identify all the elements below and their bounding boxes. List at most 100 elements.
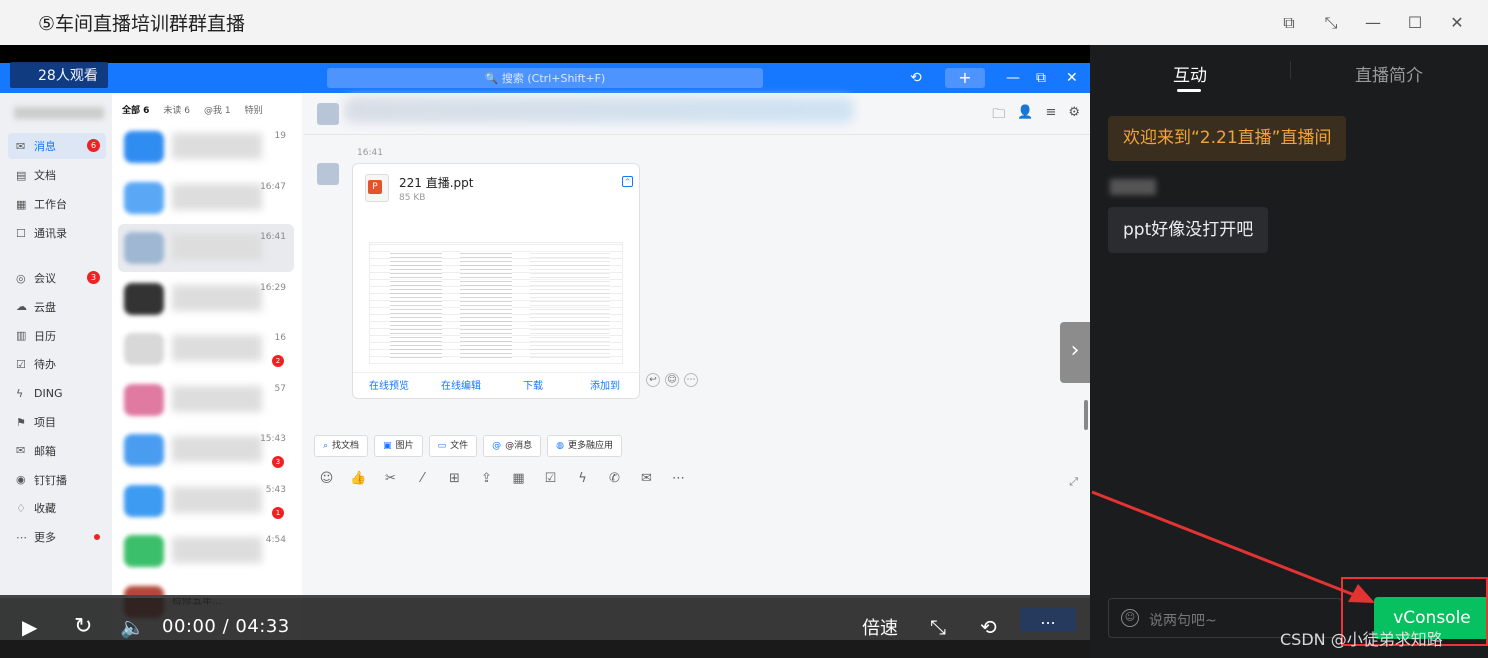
window-title: ⑤车间直播培训群群直播 [38,13,246,35]
nav-item: ☁ 云盘 [8,294,106,320]
collapse-sidebar-arrow-icon[interactable]: › [1060,322,1090,383]
nav-item: ⚑ 项目 [8,409,106,435]
blurred-conversation-text [172,486,262,513]
conversation-item: 5:43 1 [118,477,294,525]
message-time: 16:41 [357,148,383,158]
file-icon: ▭ [437,441,447,451]
conversation-time: 4:54 [265,535,286,545]
inner-search-placeholder: 搜索 (Ctrl+Shift+F) [501,72,606,85]
scrollbar[interactable] [1084,400,1088,430]
maximize-icon[interactable]: ☐ [1394,13,1436,32]
search-icon: 🔍 [484,71,502,85]
refresh-icon[interactable]: ↻ [74,595,92,658]
calendar-icon: ▦ [512,471,525,486]
nav-item-label: 更多 [34,531,56,545]
tab-interaction[interactable]: 互动 [1173,61,1207,86]
unread-badge: 3 [272,456,284,468]
nav-dot [94,534,100,541]
contacts-icon: ☐ [16,226,26,240]
cloud-icon: ☁ [16,300,27,314]
quick-action-label: 更多融应用 [568,441,614,451]
conversation-item: 16:29 [118,275,294,323]
nav-item-label: 文档 [34,169,56,182]
time-display: 00:00 / 04:33 [162,616,290,637]
tab-intro[interactable]: 直播简介 [1355,61,1423,86]
volume-icon[interactable]: 🔈 [120,595,145,658]
conversation-avatar [124,383,164,416]
nav-item: ◎ 会议 3 [8,265,106,291]
conversation-avatar [124,181,164,214]
emoji-icon[interactable]: ☺ [1121,609,1139,627]
blurred-conversation-text [172,385,262,412]
more-icon: ⋯ [684,373,698,387]
nav-item: ⋯ 更多 [8,524,106,550]
todo-icon: ☑ [16,357,26,371]
chat-pane: 🗀 👤 ≡ ⚙ 16:41 P 221 直播.ppt 85 KB ^ 在线预览在… [304,93,1090,640]
conversation-item: 16:47 [118,174,294,222]
chat-header-icons: 🗀 👤 ≡ ⚙ [992,105,1080,127]
nav-item-label: 项目 [34,416,56,429]
conversation-time: 16:41 [260,232,286,242]
shared-screen: 🔍 搜索 (Ctrl+Shift+F) ⟲ + — ⧉ ✕ ✉ 消息 6 ▤ 文档 ▦ 工作… [0,63,1090,640]
video-player[interactable]: 🔍 搜索 (Ctrl+Shift+F) ⟲ + — ⧉ ✕ ✉ 消息 6 ▤ 文档 ▦ 工作… [0,45,1090,658]
message-icon: ✉ [16,139,26,153]
nav-item-label: 工作台 [34,198,67,211]
emoji-icon: ☺ [319,471,334,486]
nav-item: ✉ 消息 6 [8,133,106,159]
minimize-icon[interactable]: — [1352,13,1394,32]
nav-badge: 6 [87,139,100,152]
nav-item: ☐ 通讯录 [8,220,106,246]
quick-action-label: @消息 [505,441,533,451]
blurred-conversation-text [172,284,262,311]
conversation-tab: 特别 [244,106,263,116]
conversation-avatar [124,282,164,315]
blurred-group-name [344,97,854,123]
conversation-tab: @我 1 [204,106,231,116]
rotate-icon[interactable]: ⟲ [980,595,997,658]
conversation-item: 19 [118,123,294,171]
conversation-time: 19 [274,131,286,141]
conversation-item: 15:43 3 [118,426,294,474]
nav-item: ▥ 日历 [8,323,106,349]
lightning-icon: ϟ [578,471,587,486]
message-reaction-icons: ↩ ☺ ⋯ [646,373,698,387]
conversation-avatar [124,434,164,466]
blurred-user-name [14,107,104,119]
inner-restore-icon: ⧉ [1036,70,1046,86]
shrink-icon[interactable]: ⤡ [1310,13,1352,33]
more-button[interactable]: ... [1020,608,1076,632]
quick-action-bar: ⌕ 找文档 ▣ 图片 ▭ 文件 @ @消息 ◍ 更多融应用 [314,435,623,457]
file-actions: 在线预览 在线编辑 下载 添加到 [353,372,641,400]
pop-out-icon[interactable]: ⧉ [1268,13,1310,33]
conversation-item: 57 [118,376,294,424]
nav-item: ☑ 待办 [8,351,106,377]
conversation-tab: 全部 6 [122,106,150,116]
play-icon[interactable]: ▶ [22,595,37,658]
file-action: 在线编辑 [441,381,481,392]
quick-action: ▣ 图片 [374,435,423,457]
conversation-time: 16 [274,333,286,343]
file-action: 添加到 [590,381,620,392]
emoji-icon: ☺ [665,373,679,387]
upload-icon: ⇪ [481,471,492,486]
quick-action: ▭ 文件 [428,435,478,457]
nav-item-label: 通讯录 [34,227,67,240]
conversation-tab: 未读 6 [163,106,190,116]
project-icon: ⚑ [16,415,26,429]
ding-icon: ϟ [16,386,24,400]
like-icon: 👍 [350,471,367,486]
nav-item: ✉ 邮箱 [8,438,106,464]
file-action: 在线预览 [369,381,409,392]
fullscreen-icon[interactable]: ⤡ [930,595,946,658]
mail-icon: ✉ [16,444,26,458]
nav-item-label: DING [34,386,63,400]
speed-button[interactable]: 倍速 [862,595,898,658]
close-icon[interactable]: ✕ [1436,13,1478,32]
blurred-conversation-text [172,234,262,260]
nav-item-label: 日历 [34,329,56,343]
active-tab-indicator [1177,89,1201,92]
conversation-time: 5:43 [265,484,286,495]
folder-icon: 🗀 [992,107,1006,122]
chat-header: 🗀 👤 ≡ ⚙ [304,93,1090,135]
nav-item: ♢ 收藏 [8,495,106,521]
